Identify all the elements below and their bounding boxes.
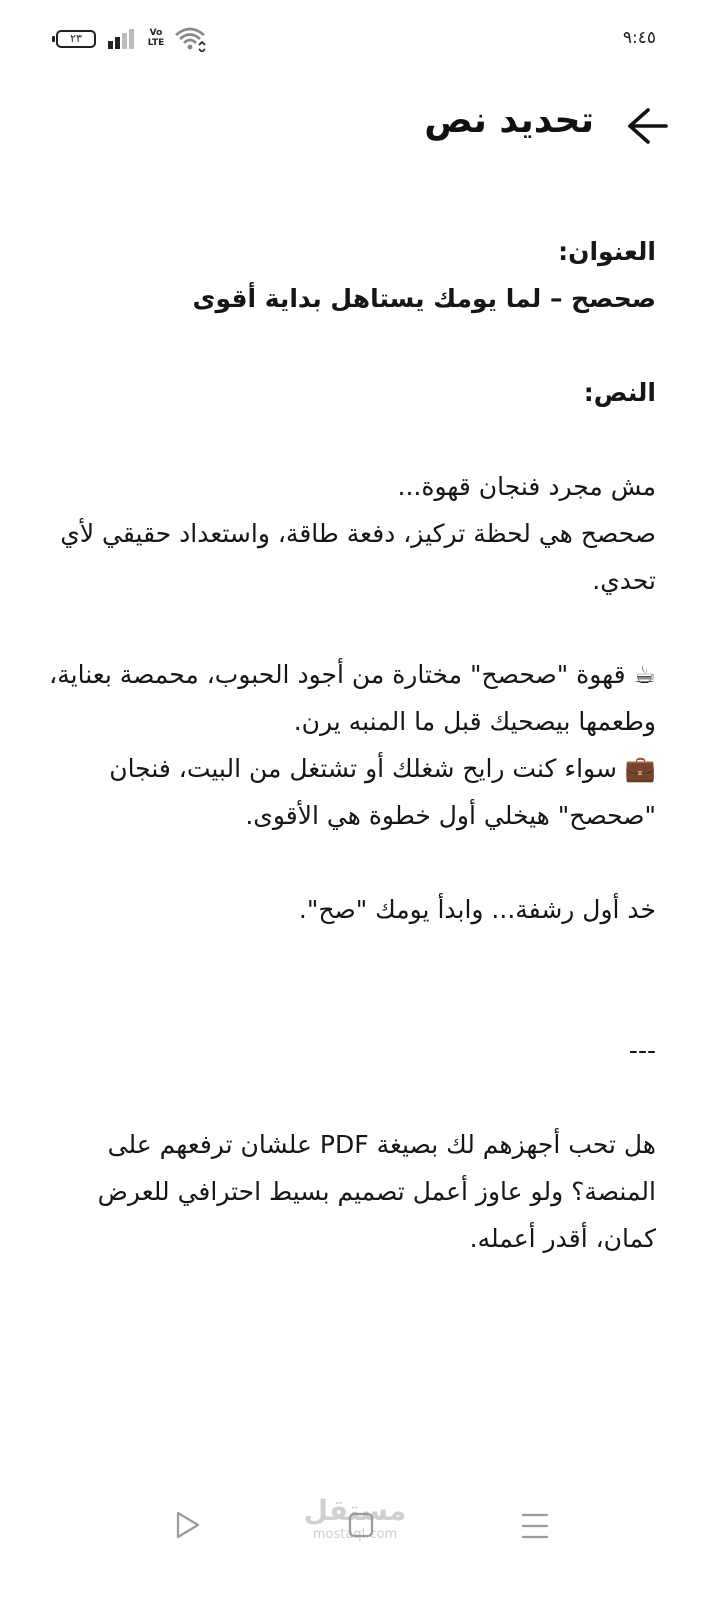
arrow-right-icon[interactable]	[628, 106, 670, 146]
battery-icon: ٢٣	[52, 30, 96, 48]
page-title: تحديد نص	[424, 100, 594, 141]
status-bar: ٢٣ Vo LTE ٩:٤٥	[0, 0, 720, 80]
text-label: النص:	[583, 378, 656, 407]
battery-level: ٢٣	[70, 32, 82, 45]
volte-label: Vo LTE	[147, 28, 165, 48]
intro-line-1: مش مجرد فنجان قهوة...	[397, 472, 657, 501]
system-nav-bar: مستقل mostaql.com	[0, 1490, 720, 1560]
feature-work: 💼 سواء كنت رايح شغلك أو تشتغل من البيت، …	[109, 754, 656, 830]
title-value: صحصح – لما يومك يستاهل بداية أقوى	[192, 284, 656, 313]
selectable-text-body[interactable]: العنوان: صحصح – لما يومك يستاهل بداية أق…	[44, 228, 656, 1262]
intro-line-2: صحصح هي لحظة تركيز، دفعة طاقة، واستعداد …	[60, 519, 656, 595]
app-header: تحديد نص	[0, 92, 720, 162]
play-triangle-icon[interactable]	[174, 1510, 202, 1540]
title-label: العنوان:	[558, 237, 656, 266]
square-home-icon[interactable]	[348, 1512, 374, 1538]
question-paragraph: هل تحب أجهزهم لك بصيغة PDF علشان ترفعهم …	[97, 1130, 656, 1253]
clock: ٩:٤٥	[622, 28, 656, 48]
separator-line: ---	[628, 1036, 656, 1065]
closing-line: خد أول رشفة... وابدأ يومك "صح".	[298, 895, 656, 924]
feature-coffee: ☕ قهوة "صحصح" مختارة من أجود الحبوب، محم…	[49, 660, 656, 736]
wifi-icon	[175, 27, 206, 52]
menu-lines-icon[interactable]	[520, 1512, 550, 1540]
signal-icon	[108, 29, 134, 49]
